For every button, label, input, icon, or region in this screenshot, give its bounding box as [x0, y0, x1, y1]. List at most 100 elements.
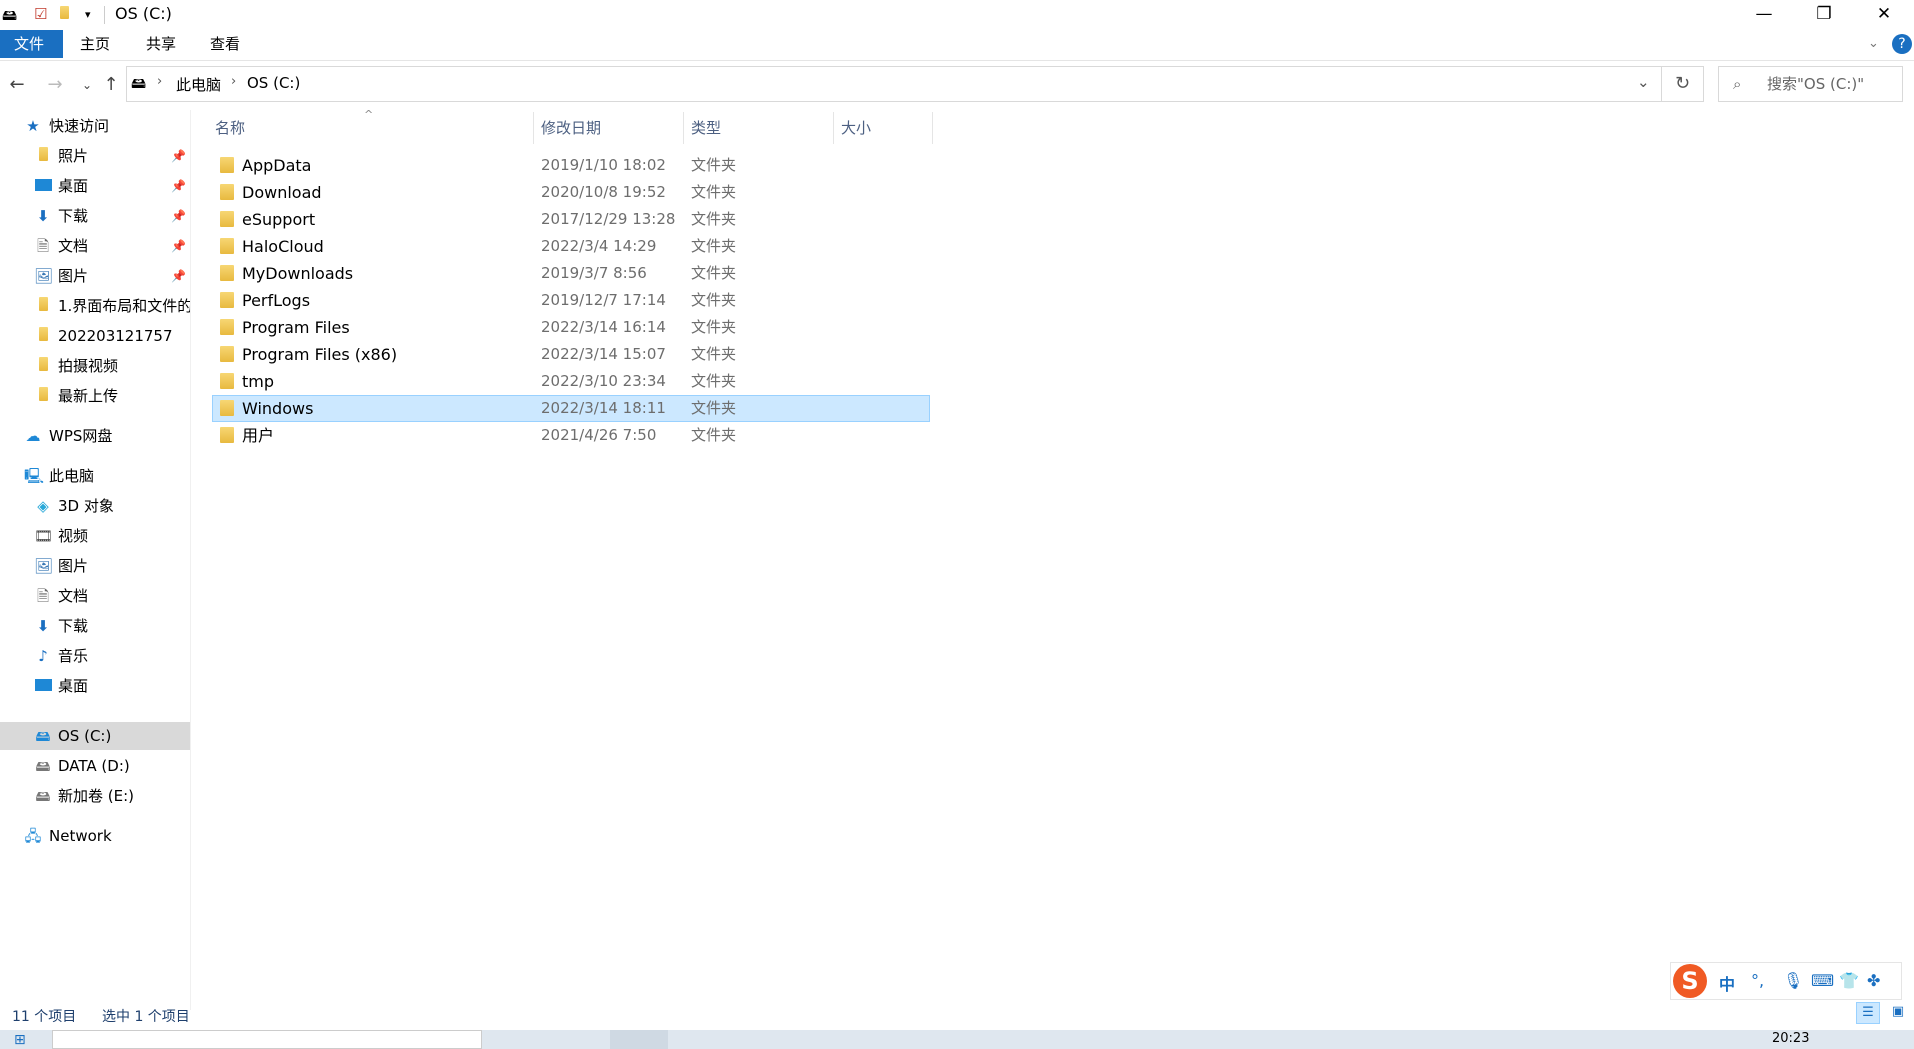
- file-row[interactable]: Program Files 2022/3/14 16:14 文件夹: [212, 314, 930, 341]
- pin-icon[interactable]: 📌: [171, 232, 186, 260]
- file-name: PerfLogs: [242, 291, 311, 310]
- details-view-icon[interactable]: ☰: [1856, 1002, 1880, 1024]
- microphone-icon[interactable]: 🎙: [1783, 971, 1803, 990]
- tab-file[interactable]: 文件: [0, 30, 63, 58]
- customize-toolbar-icon[interactable]: ▾: [85, 8, 91, 21]
- file-row[interactable]: 用户 2021/4/26 7:50 文件夹: [212, 422, 930, 449]
- taskbar-clock[interactable]: 20:23: [1772, 1031, 1809, 1046]
- sidebar-item-videos[interactable]: 🎞 视频: [0, 522, 190, 550]
- sidebar-item-drive-c[interactable]: 🖴 OS (C:): [0, 722, 190, 750]
- pin-icon[interactable]: 📌: [171, 172, 186, 200]
- tab-share[interactable]: 共享: [132, 30, 190, 58]
- chevron-right-icon[interactable]: ›: [157, 74, 162, 89]
- sidebar-item-label: 1.界面布局和文件的: [58, 297, 190, 315]
- refresh-button[interactable]: ↻: [1662, 66, 1704, 102]
- sidebar-item-photos[interactable]: 照片 📌: [0, 142, 190, 170]
- start-icon[interactable]: ⊞: [14, 1032, 26, 1048]
- back-arrow-icon[interactable]: ←: [4, 72, 30, 98]
- folder-icon: [34, 382, 52, 410]
- address-bar[interactable]: 🖴 › 此电脑 › OS (C:) ⌄: [126, 66, 1662, 102]
- sidebar-item-drive-d[interactable]: 🖴 DATA (D:): [0, 752, 190, 780]
- column-divider[interactable]: [683, 112, 684, 144]
- folder-icon: [220, 373, 234, 389]
- file-row[interactable]: AppData 2019/1/10 18:02 文件夹: [212, 152, 930, 179]
- sidebar-item-desktop[interactable]: 桌面: [0, 672, 190, 700]
- file-row[interactable]: Download 2020/10/8 19:52 文件夹: [212, 179, 930, 206]
- chevron-right-icon[interactable]: ›: [231, 74, 236, 89]
- properties-icon[interactable]: ☑: [34, 5, 47, 23]
- sidebar-item-folder[interactable]: 202203121757: [0, 322, 190, 350]
- sidebar-item-drive-e[interactable]: 🖴 新加卷 (E:): [0, 782, 190, 810]
- sidebar-item-music[interactable]: ♪ 音乐: [0, 642, 190, 670]
- sidebar-item-network[interactable]: 🖧 Network: [0, 822, 190, 850]
- file-row[interactable]: PerfLogs 2019/12/7 17:14 文件夹: [212, 287, 930, 314]
- column-header-size[interactable]: 大小: [841, 112, 871, 144]
- sidebar-item-downloads[interactable]: ⬇ 下载: [0, 612, 190, 640]
- taskbar: ⊞ 20:23: [0, 1030, 1914, 1049]
- sidebar-item-downloads[interactable]: ⬇ 下载 📌: [0, 202, 190, 230]
- pin-icon[interactable]: 📌: [171, 202, 186, 230]
- search-input[interactable]: ⌕ 搜索"OS (C:)": [1718, 66, 1903, 102]
- sidebar-item-label: 视频: [58, 527, 89, 545]
- up-arrow-icon[interactable]: ↑: [98, 72, 124, 98]
- file-name: tmp: [242, 372, 275, 391]
- pin-icon[interactable]: 📌: [171, 142, 186, 170]
- minimize-button[interactable]: —: [1736, 0, 1792, 30]
- sidebar-item-label: 202203121757: [58, 327, 173, 345]
- sidebar-item-documents[interactable]: 🗎 文档 📌: [0, 232, 190, 260]
- sidebar-item-label: 新加卷 (E:): [58, 787, 135, 805]
- sogou-logo-icon[interactable]: S: [1673, 964, 1707, 998]
- column-divider[interactable]: [833, 112, 834, 144]
- sidebar-item-label: 图片: [58, 557, 89, 575]
- sidebar-item-documents[interactable]: 🗎 文档: [0, 582, 190, 610]
- tab-home[interactable]: 主页: [66, 30, 124, 58]
- help-icon[interactable]: ?: [1892, 34, 1912, 54]
- sidebar-item-wps[interactable]: ☁ WPS网盘: [0, 422, 190, 450]
- address-dropdown-icon[interactable]: ⌄: [1637, 73, 1650, 91]
- tab-view[interactable]: 查看: [196, 30, 254, 58]
- file-row[interactable]: tmp 2022/3/10 23:34 文件夹: [212, 368, 930, 395]
- sidebar-item-this-pc[interactable]: 🖳 此电脑: [0, 462, 190, 490]
- file-row[interactable]: HaloCloud 2022/3/4 14:29 文件夹: [212, 233, 930, 260]
- file-row[interactable]: eSupport 2017/12/29 13:28 文件夹: [212, 206, 930, 233]
- breadcrumb-drive[interactable]: OS (C:): [247, 74, 300, 92]
- breadcrumb-this-pc[interactable]: 此电脑: [176, 74, 221, 95]
- column-header-type[interactable]: 类型: [691, 112, 721, 144]
- pin-icon[interactable]: 📌: [171, 262, 186, 290]
- window-title: OS (C:): [115, 4, 172, 23]
- sidebar-item-pictures[interactable]: 🖼 图片 📌: [0, 262, 190, 290]
- file-row-selected[interactable]: Windows 2022/3/14 18:11 文件夹: [212, 395, 930, 422]
- large-icons-view-icon[interactable]: ▣: [1886, 1002, 1910, 1024]
- maximize-button[interactable]: ❐: [1796, 0, 1852, 30]
- drive-icon[interactable]: 🖴: [2, 5, 17, 30]
- column-header-date[interactable]: 修改日期: [541, 112, 601, 144]
- expand-ribbon-icon[interactable]: ⌄: [1868, 36, 1879, 51]
- sidebar-item-quick-access[interactable]: ★ 快速访问: [0, 112, 190, 140]
- column-divider[interactable]: [932, 112, 933, 144]
- forward-arrow-icon[interactable]: →: [42, 72, 68, 98]
- ime-punctuation-toggle[interactable]: °,: [1751, 971, 1764, 990]
- sidebar-item-3d-objects[interactable]: ◈ 3D 对象: [0, 492, 190, 520]
- file-row[interactable]: MyDownloads 2019/3/7 8:56 文件夹: [212, 260, 930, 287]
- close-button[interactable]: ✕: [1856, 0, 1912, 30]
- toolbox-icon[interactable]: ✤: [1867, 971, 1880, 990]
- sidebar-item-folder[interactable]: 1.界面布局和文件的: [0, 292, 190, 320]
- sidebar-item-label: 下载: [58, 207, 89, 225]
- recent-locations-icon[interactable]: ⌄: [74, 72, 100, 98]
- sidebar-item-folder[interactable]: 拍摄视频: [0, 352, 190, 380]
- keyboard-icon[interactable]: ⌨: [1811, 971, 1834, 990]
- column-header-name[interactable]: 名称: [215, 112, 245, 144]
- taskbar-search-box[interactable]: [52, 1030, 482, 1049]
- new-folder-icon[interactable]: [60, 5, 69, 23]
- sidebar-item-folder[interactable]: 最新上传: [0, 382, 190, 410]
- ime-language-toggle[interactable]: 中: [1719, 971, 1735, 995]
- sidebar-item-desktop[interactable]: 桌面 📌: [0, 172, 190, 200]
- skin-shirt-icon[interactable]: 👕: [1839, 971, 1859, 990]
- file-row[interactable]: Program Files (x86) 2022/3/14 15:07 文件夹: [212, 341, 930, 368]
- item-count: 11 个项目: [12, 1009, 77, 1025]
- column-divider[interactable]: [533, 112, 534, 144]
- sidebar-item-pictures[interactable]: 🖼 图片: [0, 552, 190, 580]
- taskbar-explorer-button[interactable]: [610, 1030, 668, 1049]
- file-type: 文件夹: [691, 426, 737, 444]
- pane-divider[interactable]: [190, 110, 191, 1010]
